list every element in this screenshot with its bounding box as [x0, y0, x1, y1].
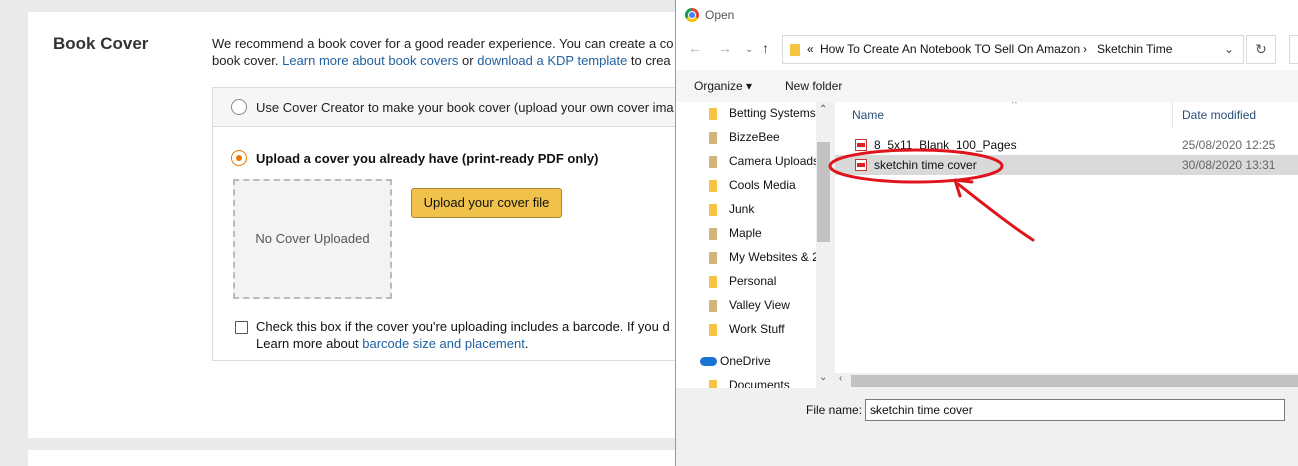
- breadcrumb-separator: ›: [1083, 42, 1087, 56]
- book-cover-description: We recommend a book cover for a good rea…: [212, 35, 688, 69]
- nav-item-label: Camera Uploads: [729, 154, 820, 168]
- file-list: Name ^ Date modified 8_5x11_Blank_100_Pa…: [835, 102, 1298, 388]
- back-arrow-icon[interactable]: ←: [688, 40, 702, 56]
- folder-icon: [709, 156, 717, 168]
- nav-item-label: My Websites & 2: [729, 250, 819, 264]
- new-folder-button[interactable]: New folder: [785, 79, 842, 93]
- description-line-2: book cover.: [212, 53, 283, 68]
- dialog-footer: File name: sketchin time cover ⌄: [676, 388, 1298, 466]
- barcode-description: Check this box if the cover you're uploa…: [256, 318, 688, 352]
- cover-creator-option[interactable]: Use Cover Creator to make your book cove…: [213, 88, 689, 127]
- barcode-line-2: Learn more about: [256, 336, 363, 351]
- folder-icon: [709, 204, 717, 216]
- dropdown-icon[interactable]: ⌄: [870, 402, 1280, 416]
- file-name: sketchin time cover: [874, 158, 977, 172]
- learn-more-covers-link[interactable]: Learn more about book covers: [282, 53, 458, 68]
- dialog-titlebar[interactable]: Open: [676, 0, 1298, 30]
- file-row-selected[interactable]: sketchin time cover 30/08/2020 13:31: [835, 155, 1298, 175]
- dialog-navbar: ← → ⌄ ↑ « How To Create An Notebook TO S…: [676, 30, 1298, 70]
- nav-scroll-thumb[interactable]: [817, 142, 830, 242]
- dialog-toolbar: Organize ▾ New folder: [676, 70, 1298, 102]
- nav-item-label: Work Stuff: [729, 322, 785, 336]
- column-header-date[interactable]: Date modified: [1182, 108, 1256, 122]
- upload-cover-button[interactable]: Upload your cover file: [411, 188, 562, 218]
- barcode-placement-link[interactable]: barcode size and placement: [362, 336, 525, 351]
- barcode-checkbox[interactable]: [235, 321, 248, 334]
- file-name-input[interactable]: sketchin time cover ⌄: [865, 399, 1285, 421]
- breadcrumb-notebook-folder[interactable]: How To Create An Notebook TO Sell On Ama…: [820, 42, 1080, 56]
- file-row[interactable]: 8_5x11_Blank_100_Pages 25/08/2020 12:25: [835, 135, 1298, 155]
- column-header-name[interactable]: Name: [852, 108, 884, 122]
- recent-dropdown-icon[interactable]: ⌄: [745, 44, 753, 55]
- folder-icon: [709, 300, 717, 312]
- chrome-icon: [685, 8, 699, 22]
- address-bar[interactable]: « How To Create An Notebook TO Sell On A…: [782, 35, 1244, 64]
- folder-icon: [709, 252, 717, 264]
- no-cover-text: No Cover Uploaded: [255, 231, 370, 246]
- nav-item-label: OneDrive: [720, 354, 771, 368]
- folder-icon: [709, 276, 717, 288]
- nav-item-label: Junk: [729, 202, 755, 216]
- file-name-label: File name:: [806, 403, 863, 417]
- breadcrumb-overflow[interactable]: «: [807, 42, 814, 56]
- next-section-panel: [28, 450, 688, 466]
- nav-item-label: Cools Media: [729, 178, 796, 192]
- scroll-up-arrow-icon[interactable]: ⌃: [819, 104, 827, 115]
- dialog-title: Open: [705, 8, 735, 22]
- cover-preview: No Cover Uploaded: [233, 179, 392, 299]
- pdf-icon: [855, 139, 867, 151]
- folder-icon: [709, 324, 717, 336]
- description-line-1: We recommend a book cover for a good rea…: [212, 36, 674, 51]
- folder-icon: [709, 132, 717, 144]
- barcode-period: .: [524, 336, 529, 351]
- folder-icon: [709, 228, 717, 240]
- folder-icon: [709, 108, 717, 120]
- description-tail: to crea: [627, 53, 671, 68]
- cover-creator-radio[interactable]: [231, 99, 247, 115]
- breadcrumb-sketchin-time[interactable]: Sketchin Time: [1097, 42, 1172, 56]
- nav-item-label: Documents: [729, 378, 790, 388]
- pdf-icon: [855, 159, 867, 171]
- book-cover-panel: Book Cover We recommend a book cover for…: [28, 12, 689, 438]
- nav-item-label: Personal: [729, 274, 777, 288]
- search-box[interactable]: [1289, 35, 1298, 64]
- organize-menu[interactable]: Organize ▾: [694, 79, 752, 93]
- column-separator[interactable]: [1172, 102, 1173, 128]
- scroll-down-arrow-icon[interactable]: ⌄: [819, 372, 827, 383]
- nav-item-label: Maple: [729, 226, 762, 240]
- folder-icon: [709, 380, 717, 388]
- upload-cover-label: Upload a cover you already have (print-r…: [256, 151, 599, 166]
- sort-caret-icon: ^: [1012, 102, 1017, 110]
- kdp-template-link[interactable]: download a KDP template: [477, 53, 627, 68]
- or-text: or: [458, 53, 478, 68]
- horizontal-scroll-thumb[interactable]: [851, 375, 1298, 387]
- file-name: 8_5x11_Blank_100_Pages: [874, 138, 1017, 152]
- cover-creator-label: Use Cover Creator to make your book cove…: [256, 100, 674, 115]
- section-title: Book Cover: [53, 34, 149, 53]
- nav-item-label: Betting Systems: [729, 106, 816, 120]
- file-date: 25/08/2020 12:25: [1182, 138, 1276, 152]
- address-dropdown-icon[interactable]: ⌄: [1224, 42, 1234, 56]
- nav-scrollbar[interactable]: ⌃ ⌄: [816, 102, 831, 388]
- cover-options: Use Cover Creator to make your book cove…: [212, 87, 689, 361]
- open-file-dialog: Open ← → ⌄ ↑ « How To Create An Notebook…: [675, 0, 1298, 466]
- barcode-line-1: Check this box if the cover you're uploa…: [256, 319, 670, 334]
- scroll-left-arrow-icon[interactable]: ‹: [839, 373, 842, 384]
- forward-arrow-icon[interactable]: →: [718, 40, 732, 56]
- refresh-icon[interactable]: ↻: [1246, 35, 1276, 64]
- nav-item-label: Valley View: [729, 298, 790, 312]
- navigation-pane: Betting Systems BizzeBee Camera Uploads …: [676, 102, 831, 388]
- file-horizontal-scrollbar[interactable]: ‹: [835, 373, 1298, 388]
- folder-icon: [709, 180, 717, 192]
- folder-icon: [790, 44, 800, 56]
- upload-cover-button-label: Upload your cover file: [423, 195, 550, 210]
- file-date: 30/08/2020 13:31: [1182, 158, 1276, 172]
- onedrive-icon: [700, 357, 717, 366]
- upload-cover-radio[interactable]: [231, 150, 247, 166]
- up-arrow-icon[interactable]: ↑: [762, 40, 769, 56]
- nav-item-label: BizzeBee: [729, 130, 780, 144]
